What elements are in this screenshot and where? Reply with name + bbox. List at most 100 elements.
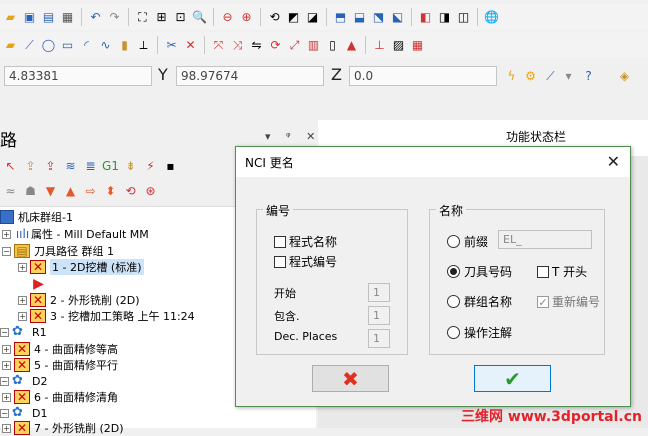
backplot-icon[interactable]: ≋: [62, 158, 79, 175]
tree-row-op[interactable]: + ✕ 1 - 2D挖槽 (标准): [18, 259, 144, 275]
tree-row-op[interactable]: + ✕ 6 - 曲面精修清角: [2, 389, 118, 405]
radio-circle[interactable]: [447, 265, 460, 278]
expand-icon[interactable]: ⬍: [102, 183, 119, 200]
tree-row-props[interactable]: + ıılı 属性 - Mill Default MM: [2, 226, 149, 242]
x-coordinate-field[interactable]: 4.83381: [4, 66, 152, 86]
move-up-icon[interactable]: ▲: [62, 183, 79, 200]
tree-row-group[interactable]: − ▤ 刀具路径 群组 1: [2, 243, 114, 259]
checkbox-box[interactable]: [274, 255, 286, 268]
expand-toggle[interactable]: +: [2, 360, 11, 370]
expand-toggle[interactable]: −: [0, 408, 9, 418]
array-icon[interactable]: ▥: [305, 37, 322, 54]
solid-icon[interactable]: ▲: [343, 37, 360, 54]
expand-toggle[interactable]: −: [0, 327, 9, 337]
checkbox-box[interactable]: [274, 235, 286, 248]
expand-toggle[interactable]: +: [18, 262, 27, 272]
save-as-icon[interactable]: ▤: [40, 9, 57, 26]
grid-icon[interactable]: ▦: [409, 37, 426, 54]
zoom-window-icon[interactable]: ⊞: [153, 9, 170, 26]
ghost-icon[interactable]: ☗: [22, 183, 39, 200]
cylinder-icon[interactable]: ▮: [116, 37, 133, 54]
spline-icon[interactable]: ∿: [97, 37, 114, 54]
start-field[interactable]: 1: [368, 283, 390, 302]
tree-row-op[interactable]: + ✕ 4 - 曲面精修等高: [2, 341, 118, 357]
dec-places-field[interactable]: 1: [368, 329, 390, 348]
wave-icon[interactable]: ≈: [2, 183, 19, 200]
expand-toggle[interactable]: −: [0, 376, 9, 386]
radio-circle[interactable]: [447, 295, 460, 308]
y-coordinate-field[interactable]: 98.97674: [176, 66, 324, 86]
view-rotate-icon[interactable]: ⟲: [266, 9, 283, 26]
tree-row-group2[interactable]: − ✿ R1: [0, 324, 47, 340]
surface-icon[interactable]: ⊥: [371, 37, 388, 54]
cube-front-icon[interactable]: ⬓: [351, 9, 368, 26]
dropdown-icon[interactable]: ▾: [560, 67, 577, 84]
select-icon[interactable]: ↖: [2, 158, 19, 175]
tree-row-op[interactable]: + ✕ 2 - 外形铣削 (2D): [18, 292, 140, 308]
regen-icon[interactable]: ⇪: [22, 158, 39, 175]
renumber-checkbox[interactable]: 重新编号: [537, 293, 600, 310]
program-name-checkbox[interactable]: 程式名称: [274, 233, 337, 250]
radio-circle[interactable]: [447, 326, 460, 339]
expand-toggle[interactable]: +: [18, 311, 27, 321]
snap-icon[interactable]: ⤧: [210, 37, 227, 54]
print-icon[interactable]: ▦: [59, 9, 76, 26]
scale-icon[interactable]: ⤢: [286, 37, 303, 54]
circle-icon[interactable]: ◯: [40, 37, 57, 54]
transform-icon[interactable]: ⤨: [229, 37, 246, 54]
tree-row-insert-arrow[interactable]: ▶: [30, 276, 47, 292]
mirror-icon[interactable]: ⇋: [248, 37, 265, 54]
arc-icon[interactable]: ◜: [78, 37, 95, 54]
checkbox-box[interactable]: [537, 265, 549, 278]
lock-icon[interactable]: ▪: [162, 158, 179, 175]
snap-line-icon[interactable]: ⟋: [542, 67, 559, 84]
mesh-icon[interactable]: ▨: [390, 37, 407, 54]
tree-row-group2[interactable]: − ✿ D1: [0, 405, 47, 421]
tree-row-op[interactable]: + ✕ 3 - 挖槽加工策略 上午 11:24: [18, 308, 195, 324]
prefix-field[interactable]: EL_: [498, 230, 592, 249]
cancel-button[interactable]: ✖: [312, 365, 389, 392]
prefix-radio[interactable]: 前缀: [447, 233, 488, 250]
cube-iso-icon[interactable]: ⬕: [389, 9, 406, 26]
regen-dirty-icon[interactable]: ⇪: [42, 158, 59, 175]
expand-toggle[interactable]: +: [2, 423, 11, 433]
cube-top-icon[interactable]: ⬒: [332, 9, 349, 26]
g1-icon[interactable]: G1: [102, 158, 119, 175]
rotate-icon[interactable]: ⟳: [267, 37, 284, 54]
layer-icon[interactable]: ◈: [616, 67, 633, 84]
panel-controls[interactable]: ▾ ᵠ ✕: [265, 130, 321, 143]
checkbox-box[interactable]: [537, 295, 549, 308]
trim-icon[interactable]: ✂: [163, 37, 180, 54]
tree-row-group2[interactable]: − ✿ D2: [0, 373, 47, 389]
post-icon[interactable]: ⇟: [122, 158, 139, 175]
insert-arrow-icon[interactable]: ⇨: [82, 183, 99, 200]
undo-icon[interactable]: ↶: [87, 9, 104, 26]
tree-row-op[interactable]: + ✕ 7 - 外形铣削 (2D): [2, 420, 124, 436]
verify-icon[interactable]: ≣: [82, 158, 99, 175]
ruler-icon[interactable]: ⟂: [135, 37, 152, 54]
circle-arrow-icon[interactable]: ⟲: [122, 183, 139, 200]
rectangle-icon[interactable]: ▭: [59, 37, 76, 54]
fix-icon[interactable]: ⊛: [142, 183, 159, 200]
redo-icon[interactable]: ↷: [106, 9, 123, 26]
expand-toggle[interactable]: +: [18, 295, 27, 305]
expand-toggle[interactable]: +: [2, 392, 11, 402]
save-icon[interactable]: ▣: [21, 9, 38, 26]
t-start-checkbox[interactable]: T 开头: [537, 263, 587, 280]
ok-button[interactable]: ✔: [474, 365, 551, 392]
zoom-target-icon[interactable]: ⊡: [172, 9, 189, 26]
zoom-fit-icon[interactable]: ⛶: [134, 9, 151, 26]
z-coordinate-field[interactable]: 0.0: [349, 66, 497, 86]
folder-icon[interactable]: ▰: [2, 9, 19, 26]
tree-row-machine[interactable]: 机床群组-1: [0, 209, 73, 225]
expand-toggle[interactable]: −: [2, 246, 11, 256]
zoom-prev-icon[interactable]: 🔍: [191, 9, 208, 26]
close-icon[interactable]: ✕: [607, 152, 620, 171]
cube-shade-icon[interactable]: ◧: [417, 9, 434, 26]
group-name-radio[interactable]: 群组名称: [447, 293, 512, 310]
view-iso-icon[interactable]: ◩: [285, 9, 302, 26]
radio-circle[interactable]: [447, 235, 460, 248]
tool-number-radio[interactable]: 刀具号码: [447, 263, 512, 280]
lightning-icon[interactable]: ϟ: [503, 67, 520, 84]
move-down-icon[interactable]: ▼: [42, 183, 59, 200]
